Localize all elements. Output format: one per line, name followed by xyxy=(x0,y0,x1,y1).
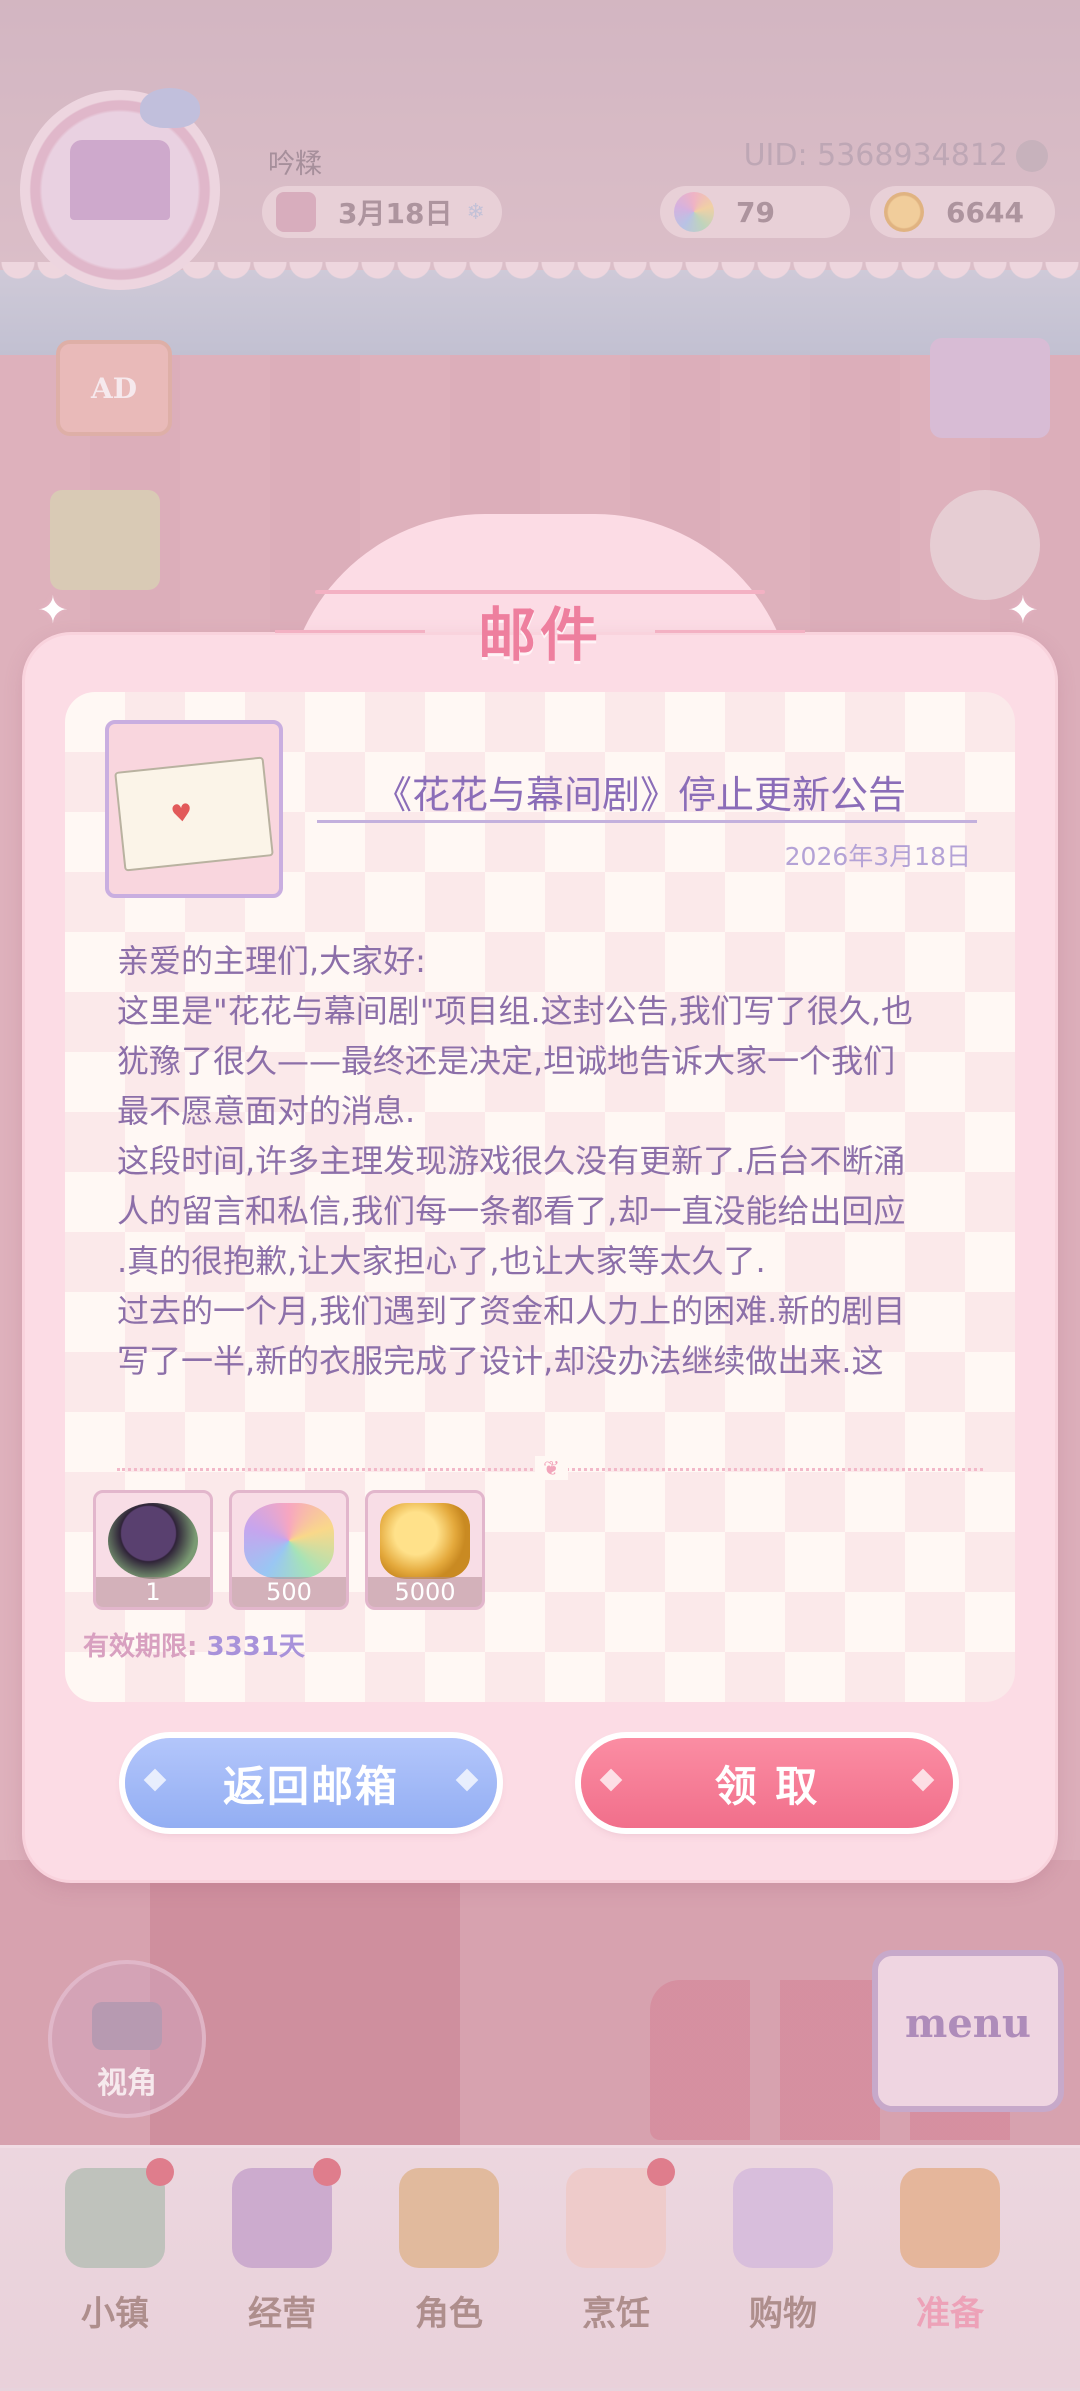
validity-label: 有效期限: xyxy=(83,1632,198,1662)
diamond-icon xyxy=(455,1768,479,1792)
sparkle-icon: ✦ xyxy=(37,588,69,632)
mail-body[interactable]: 亲爱的主理们,大家好: 这里是"花花与幕间剧"项目组.这封公告,我们写了很久,也… xyxy=(117,936,983,1446)
diamond-icon xyxy=(911,1768,935,1792)
mail-body-line: 亲爱的主理们,大家好: xyxy=(117,942,426,980)
mail-content-panel: ♥ 《花花与幕间剧》停止更新公告 2026年3月18日 亲爱的主理们,大家好: … xyxy=(65,692,1015,1702)
dialog-title: 邮件 xyxy=(477,601,602,669)
mail-thumbnail: ♥ xyxy=(105,720,283,898)
sparkle-icon: ✦ xyxy=(1007,588,1039,632)
heart-seal-icon: ♥ xyxy=(169,798,194,829)
back-button-label: 返回邮箱 xyxy=(222,1761,399,1811)
bow-icon: ❦ xyxy=(535,1456,568,1480)
hat-item-icon xyxy=(108,1503,198,1579)
reward-quantity: 1 xyxy=(96,1577,210,1607)
back-to-mailbox-button[interactable]: 返回邮箱 xyxy=(125,1738,497,1828)
validity-days: 3331天 xyxy=(206,1632,305,1662)
mail-body-line: 最不愿意面对的消息. xyxy=(117,1092,416,1130)
reward-quantity: 5000 xyxy=(368,1577,482,1607)
mail-date: 2026年3月18日 xyxy=(784,842,971,871)
mail-body-line: 人的留言和私信,我们每一条都看了,却一直没能给出回应 xyxy=(117,1192,906,1230)
reward-quantity: 500 xyxy=(232,1577,346,1607)
reward-item[interactable]: 5000 xyxy=(365,1490,485,1610)
reward-list: 1 500 5000 xyxy=(93,1490,485,1610)
mail-body-line: 写了一半,新的衣服完成了设计,却没办法继续做出来.这 xyxy=(117,1342,884,1380)
mail-body-line: .真的很抱歉,让大家担心了,也让大家等太久了. xyxy=(117,1242,766,1280)
gold-coins-icon xyxy=(380,1503,470,1579)
validity-text: 有效期限: 3331天 xyxy=(83,1626,305,1663)
mail-dialog: 邮件 ✦ ✦ ♥ 《花花与幕间剧》停止更新公告 2026年3月18日 亲爱的主理… xyxy=(25,500,1055,1880)
reward-item[interactable]: 1 xyxy=(93,1490,213,1610)
claim-button[interactable]: 领 取 xyxy=(581,1738,953,1828)
mail-body-line: 过去的一个月,我们遇到了资金和人力上的困难.新的剧目 xyxy=(117,1292,906,1330)
envelope-icon: ♥ xyxy=(114,756,274,872)
diamond-icon xyxy=(143,1768,167,1792)
mail-body-line: 这段时间,许多主理发现游戏很久没有更新了.后台不断涌 xyxy=(117,1142,906,1180)
mail-body-line: 这里是"花花与幕间剧"项目组.这封公告,我们写了很久,也 xyxy=(117,992,913,1030)
subject-underline xyxy=(317,820,977,823)
diamond-icon xyxy=(599,1768,623,1792)
rainbow-petal-icon xyxy=(244,1503,334,1579)
claim-button-label: 领 取 xyxy=(714,1761,820,1811)
mail-subject: 《花花与幕间剧》停止更新公告 xyxy=(373,773,906,817)
reward-item[interactable]: 500 xyxy=(229,1490,349,1610)
mail-body-line: 犹豫了很久——最终还是决定,坦诚地告诉大家一个我们 xyxy=(117,1042,896,1080)
